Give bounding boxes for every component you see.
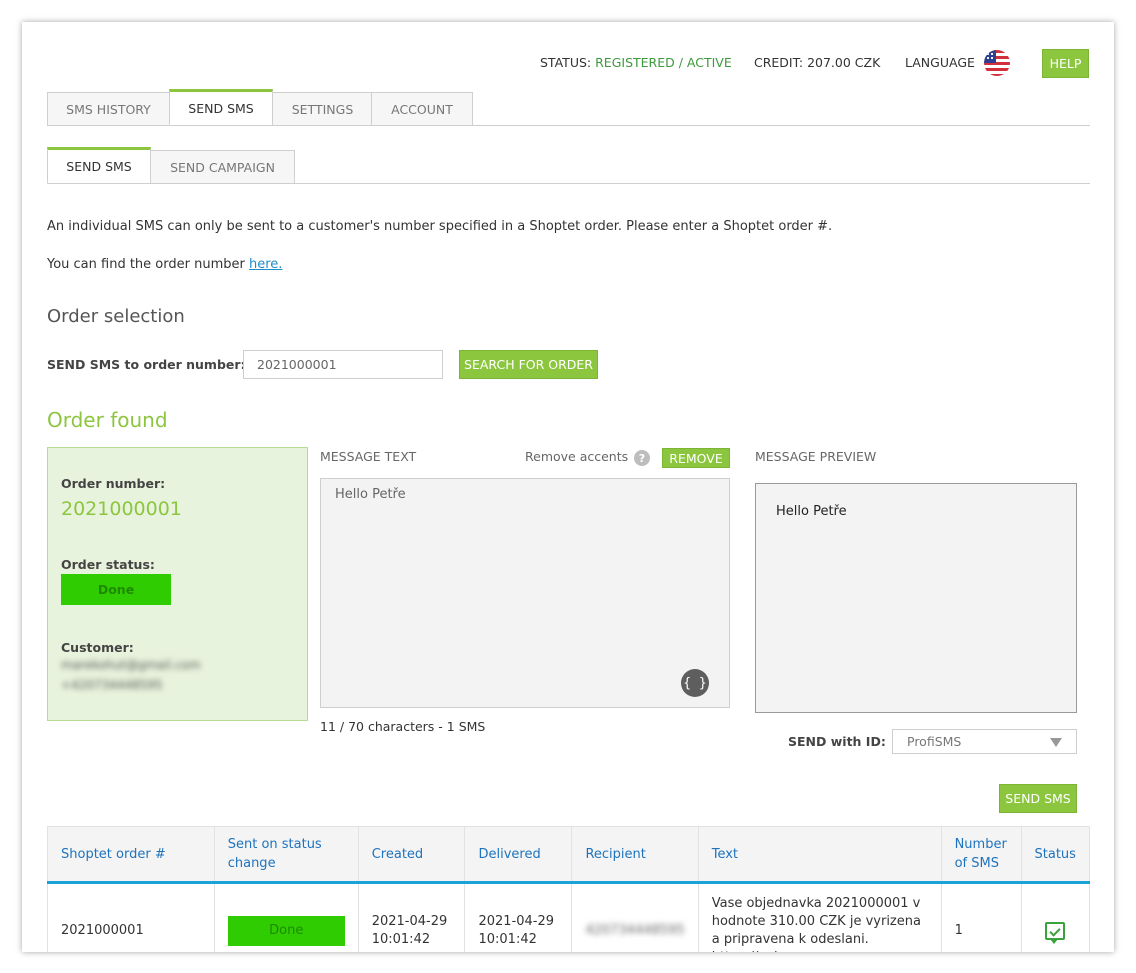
credit-text: CREDIT: 207.00 CZK [754, 55, 881, 70]
chevron-down-icon [1050, 738, 1062, 747]
order-number-value: 2021000001 [61, 498, 182, 520]
send-id-label: SEND with ID: [788, 734, 886, 749]
order-number-hint: You can find the order number here. [47, 257, 282, 272]
order-selection-title: Order selection [47, 306, 185, 327]
message-text-label: MESSAGE TEXT [320, 449, 417, 464]
sender-id-value: ProfiSMS [907, 734, 962, 749]
cell-status-change: Done [213, 882, 359, 952]
table-header-row: Shoptet order # Sent on status change Cr… [47, 826, 1091, 884]
status-value: REGISTERED / ACTIVE [595, 55, 732, 70]
col-header-created[interactable]: Created [357, 826, 466, 884]
help-button[interactable]: HELP [1042, 49, 1089, 78]
language-label: LANGUAGE [905, 55, 975, 70]
order-number-field-label: SEND SMS to order number: [47, 357, 246, 372]
table-row[interactable]: 2021000001 Done 2021-04-29 10:01:42 2021… [47, 882, 1091, 952]
subtab-send-campaign[interactable]: SEND CAMPAIGN [150, 150, 295, 184]
col-header-count[interactable]: Number of SMS [940, 826, 1022, 884]
subtabs-divider [47, 183, 1090, 184]
col-header-order[interactable]: Shoptet order # [47, 826, 215, 884]
cell-status [1020, 882, 1091, 952]
col-header-text[interactable]: Text [697, 826, 942, 884]
customer-email: marekohut@gmail.com [61, 658, 201, 672]
order-number-help-link[interactable]: here. [249, 257, 282, 272]
order-status-label: Order status: [61, 557, 155, 572]
intro-text: An individual SMS can only be sent to a … [47, 219, 833, 234]
cell-text: Vase objednavka 2021000001 v hodnote 310… [697, 882, 942, 952]
tab-settings[interactable]: SETTINGS [272, 92, 373, 126]
recipient-number: 420734448595 [585, 922, 685, 938]
search-order-button[interactable]: SEARCH FOR ORDER [459, 350, 598, 379]
tab-sms-history[interactable]: SMS HISTORY [47, 92, 170, 126]
cell-order: 2021000001 [47, 882, 215, 952]
message-preview-label: MESSAGE PREVIEW [755, 449, 877, 464]
message-textarea[interactable]: Hello Petře [320, 478, 730, 708]
tabs-divider [47, 125, 1090, 126]
customer-phone: +420734448595 [61, 678, 163, 692]
hint-prefix: You can find the order number [47, 257, 249, 272]
us-flag-icon[interactable] [984, 50, 1010, 76]
cell-delivered: 2021-04-29 10:01:42 [464, 882, 573, 952]
remove-accents-button[interactable]: REMOVE [662, 448, 730, 468]
tab-send-sms[interactable]: SEND SMS [169, 89, 273, 125]
status-bar: STATUS: REGISTERED / ACTIVE CREDIT: 207.… [22, 49, 1114, 79]
variables-braces-icon[interactable]: { } [681, 669, 709, 697]
col-header-status[interactable]: Status [1020, 826, 1091, 884]
question-icon[interactable]: ? [634, 450, 650, 466]
customer-label: Customer: [61, 640, 134, 655]
subtab-send-sms[interactable]: SEND SMS [47, 147, 151, 183]
character-counter: 11 / 70 characters - 1 SMS [320, 719, 486, 734]
sender-id-select[interactable]: ProfiSMS [892, 729, 1077, 754]
message-preview-box: Hello Petře [755, 483, 1077, 713]
app-frame: STATUS: REGISTERED / ACTIVE CREDIT: 207.… [22, 22, 1114, 952]
cell-count: 1 [940, 882, 1022, 952]
order-details-panel: Order number: 2021000001 Order status: D… [47, 447, 308, 721]
send-sms-button[interactable]: SEND SMS [999, 784, 1077, 813]
status-label: STATUS: [540, 55, 592, 70]
cell-created: 2021-04-29 10:01:42 [357, 882, 466, 952]
col-header-status-change[interactable]: Sent on status change [213, 826, 359, 884]
account-status: STATUS: REGISTERED / ACTIVE [540, 55, 732, 71]
order-status-badge: Done [61, 574, 171, 605]
sms-history-table: Shoptet order # Sent on status change Cr… [47, 826, 1091, 952]
remove-accents-label: Remove accents [525, 449, 629, 464]
cell-recipient: 420734448595 [571, 882, 699, 952]
message-check-icon[interactable] [1044, 921, 1065, 944]
order-number-input[interactable]: 2021000001 [243, 350, 443, 379]
tab-account[interactable]: ACCOUNT [371, 92, 473, 126]
col-header-delivered[interactable]: Delivered [464, 826, 573, 884]
status-change-badge: Done [227, 915, 345, 946]
order-found-title: Order found [47, 408, 168, 432]
col-header-recipient[interactable]: Recipient [571, 826, 699, 884]
order-number-label: Order number: [61, 476, 166, 491]
